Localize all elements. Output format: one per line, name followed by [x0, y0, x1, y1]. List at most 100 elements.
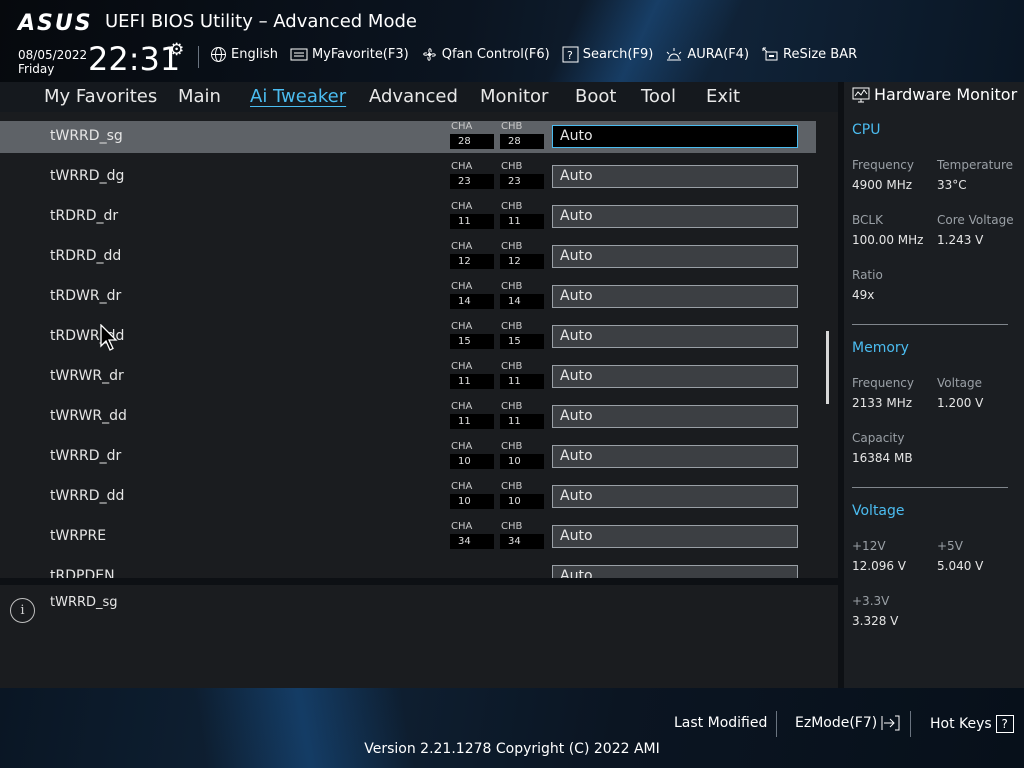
chb-value: 28: [500, 134, 544, 149]
memory-heading: Memory: [852, 340, 909, 356]
gear-icon[interactable]: ⚙: [169, 40, 184, 60]
resizebar-label: ReSize BAR: [783, 47, 858, 62]
footer-divider-2: [910, 711, 911, 737]
cha-value: 10: [450, 494, 494, 509]
setting-row-twrpre[interactable]: tWRPRE CHA 34 CHB 34 Auto: [0, 521, 816, 553]
setting-value-field[interactable]: Auto: [552, 205, 798, 228]
myfavorite-label: MyFavorite(F3): [311, 47, 409, 62]
asus-logo: ASUS: [18, 11, 93, 36]
aura-light-icon: [666, 48, 682, 61]
memory-voltage-label: Voltage: [937, 376, 983, 390]
mouse-cursor-icon: [100, 324, 118, 351]
setting-value-field[interactable]: Auto: [552, 245, 798, 268]
setting-label: tWRRD_dg: [50, 168, 125, 184]
core-voltage-value: 1.243 V: [937, 233, 984, 247]
last-modified-label: Last Modified: [674, 715, 768, 731]
clock: 22:31: [88, 40, 181, 78]
chb-tag: CHB: [501, 321, 523, 332]
chb-tag: CHB: [501, 201, 523, 212]
setting-row-twrwr-dr[interactable]: tWRWR_dr CHA 11 CHB 11 Auto: [0, 361, 816, 393]
chb-tag: CHB: [501, 481, 523, 492]
tab-tool[interactable]: Tool: [641, 86, 676, 107]
setting-label: tWRRD_dr: [50, 448, 122, 464]
chb-value: 14: [500, 294, 544, 309]
setting-row-trdwr-dd[interactable]: tRDWR_dd CHA 15 CHB 15 Auto: [0, 321, 816, 353]
setting-value-field[interactable]: Auto: [552, 165, 798, 188]
ezmode-button[interactable]: EzMode(F7): [795, 715, 901, 731]
cha-tag: CHA: [451, 441, 473, 452]
setting-value-field[interactable]: Auto: [552, 325, 798, 348]
cha-value: 23: [450, 174, 494, 189]
cha-value: 11: [450, 214, 494, 229]
setting-row-trdpden[interactable]: tRDPDEN Auto: [0, 561, 816, 578]
setting-value-field[interactable]: Auto: [552, 565, 798, 578]
resizebar-button[interactable]: ReSize BAR: [761, 46, 857, 63]
setting-value-field[interactable]: Auto: [552, 525, 798, 548]
setting-value-field[interactable]: Auto: [552, 445, 798, 468]
memory-divider: [852, 487, 1008, 488]
bclk-value: 100.00 MHz: [852, 233, 924, 247]
setting-row-twrrd-sg[interactable]: tWRRD_sg CHA 28 CHB 28 Auto: [0, 121, 816, 153]
chb-value: 11: [500, 374, 544, 389]
monitor-icon: [852, 87, 870, 102]
tab-ai-tweaker[interactable]: Ai Tweaker: [250, 86, 346, 107]
ratio-value: 49x: [852, 288, 875, 302]
tab-monitor[interactable]: Monitor: [480, 86, 548, 107]
tab-exit[interactable]: Exit: [706, 86, 740, 107]
setting-row-twrrd-dg[interactable]: tWRRD_dg CHA 23 CHB 23 Auto: [0, 161, 816, 193]
search-label: Search(F9): [582, 47, 654, 62]
setting-row-twrwr-dd[interactable]: tWRWR_dd CHA 11 CHB 11 Auto: [0, 401, 816, 433]
setting-row-twrrd-dd[interactable]: tWRRD_dd CHA 10 CHB 10 Auto: [0, 481, 816, 513]
cha-tag: CHA: [451, 401, 473, 412]
qfan-button[interactable]: Qfan Control(F6): [421, 46, 550, 63]
tab-my-favorites[interactable]: My Favorites: [44, 86, 157, 107]
setting-row-trdrd-dr[interactable]: tRDRD_dr CHA 11 CHB 11 Auto: [0, 201, 816, 233]
v5-value: 5.040 V: [937, 559, 984, 573]
setting-row-trdwr-dr[interactable]: tRDWR_dr CHA 14 CHB 14 Auto: [0, 281, 816, 313]
setting-label: tRDPDEN: [50, 568, 115, 578]
help-key-icon: ?: [995, 715, 1014, 733]
help-panel: [0, 585, 838, 688]
chb-value: 12: [500, 254, 544, 269]
chb-tag: CHB: [501, 241, 523, 252]
setting-row-twrrd-dr[interactable]: tWRRD_dr CHA 10 CHB 10 Auto: [0, 441, 816, 473]
info-icon: i: [10, 598, 35, 623]
chb-tag: CHB: [501, 401, 523, 412]
setting-value-field[interactable]: Auto: [552, 405, 798, 428]
resizebar-icon: [762, 47, 778, 61]
setting-value-field[interactable]: Auto: [552, 125, 798, 148]
last-modified-button[interactable]: Last Modified: [674, 715, 767, 731]
cpu-divider: [852, 324, 1008, 325]
help-text: tWRRD_sg: [50, 595, 118, 610]
hotkeys-button[interactable]: Hot Keys ?: [930, 715, 1014, 733]
language-button[interactable]: English: [210, 46, 278, 63]
tab-boot[interactable]: Boot: [575, 86, 616, 107]
aura-button[interactable]: AURA(F4): [665, 46, 749, 63]
chb-tag: CHB: [501, 121, 523, 132]
chb-value: 11: [500, 414, 544, 429]
cha-tag: CHA: [451, 481, 473, 492]
tab-advanced[interactable]: Advanced: [369, 86, 458, 107]
v33-value: 3.328 V: [852, 614, 899, 628]
qfan-label: Qfan Control(F6): [441, 47, 550, 62]
exit-to-ezmode-icon: [881, 715, 900, 731]
chb-value: 15: [500, 334, 544, 349]
tab-main[interactable]: Main: [178, 86, 221, 107]
chb-value: 23: [500, 174, 544, 189]
setting-label: tWRWR_dr: [50, 368, 124, 384]
setting-value-field[interactable]: Auto: [552, 365, 798, 388]
setting-value-field[interactable]: Auto: [552, 285, 798, 308]
cha-tag: CHA: [451, 241, 473, 252]
cha-value: 10: [450, 454, 494, 469]
hardware-monitor-title: Hardware Monitor: [852, 85, 1017, 104]
hotkeys-label: Hot Keys: [930, 716, 992, 732]
setting-value-field[interactable]: Auto: [552, 485, 798, 508]
myfavorite-button[interactable]: MyFavorite(F3): [290, 46, 409, 63]
v12-value: 12.096 V: [852, 559, 907, 573]
toolbar: English MyFavorite(F3) Qfan Control(F6) …: [210, 46, 857, 63]
search-button[interactable]: ? Search(F9): [562, 46, 654, 63]
cha-tag: CHA: [451, 361, 473, 372]
search-help-icon: ?: [562, 46, 579, 63]
setting-row-trdrd-dd[interactable]: tRDRD_dd CHA 12 CHB 12 Auto: [0, 241, 816, 273]
list-scrollbar[interactable]: [826, 331, 829, 404]
